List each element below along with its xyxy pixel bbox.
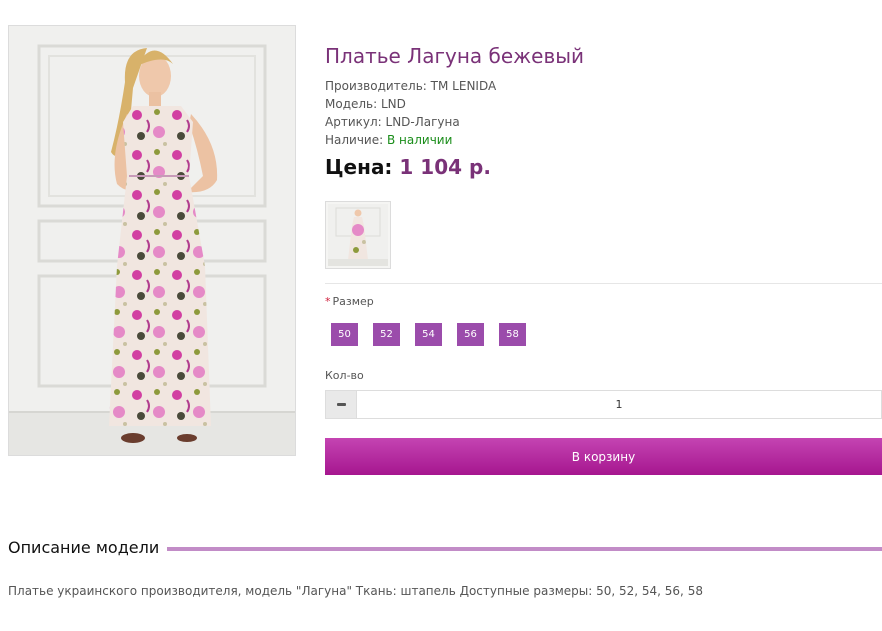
size-label: * Размер bbox=[325, 295, 374, 308]
add-to-cart-button[interactable]: В корзину bbox=[325, 438, 882, 475]
description-heading: Описание модели bbox=[8, 538, 160, 557]
size-options: 50 52 54 56 58 bbox=[331, 323, 526, 346]
article-row: Артикул: LND-Лагуна bbox=[325, 113, 496, 131]
model-value: LND bbox=[381, 97, 406, 111]
manufacturer-row: Производитель: TM LENIDA bbox=[325, 77, 496, 95]
product-thumbnail[interactable] bbox=[325, 201, 391, 269]
availability-label: Наличие: bbox=[325, 133, 384, 147]
heading-rule bbox=[167, 546, 882, 551]
description-header: Описание модели bbox=[8, 538, 882, 557]
model-row: Модель: LND bbox=[325, 95, 496, 113]
quantity-input[interactable] bbox=[357, 391, 881, 418]
size-label-text: Размер bbox=[332, 295, 374, 308]
model-label: Модель: bbox=[325, 97, 378, 111]
size-option-58[interactable]: 58 bbox=[499, 323, 526, 346]
manufacturer-value: TM LENIDA bbox=[430, 79, 497, 93]
size-option-52[interactable]: 52 bbox=[373, 323, 400, 346]
article-value: LND-Лагуна bbox=[385, 115, 460, 129]
quantity-decrease-button[interactable] bbox=[326, 391, 357, 418]
description-text: Платье украинского производителя, модель… bbox=[8, 584, 703, 598]
product-title: Платье Лагуна бежевый bbox=[325, 44, 585, 68]
product-page: Платье Лагуна бежевый Производитель: TM … bbox=[0, 0, 882, 631]
availability-value: В наличии bbox=[387, 133, 453, 147]
price-value: 1 104 р. bbox=[399, 155, 491, 179]
size-option-50[interactable]: 50 bbox=[331, 323, 358, 346]
price: Цена: 1 104 р. bbox=[325, 155, 491, 179]
availability-row: Наличие: В наличии bbox=[325, 131, 496, 149]
quantity-stepper bbox=[325, 390, 882, 419]
options-divider bbox=[325, 283, 882, 284]
product-meta: Производитель: TM LENIDA Модель: LND Арт… bbox=[325, 77, 496, 149]
article-label: Артикул: bbox=[325, 115, 382, 129]
size-option-54[interactable]: 54 bbox=[415, 323, 442, 346]
price-label: Цена: bbox=[325, 155, 393, 179]
manufacturer-label: Производитель: bbox=[325, 79, 427, 93]
dress-photo bbox=[9, 26, 295, 455]
minus-icon bbox=[336, 403, 346, 406]
product-main-image[interactable] bbox=[8, 25, 296, 456]
required-mark: * bbox=[325, 295, 331, 308]
quantity-label: Кол-во bbox=[325, 369, 364, 382]
size-option-56[interactable]: 56 bbox=[457, 323, 484, 346]
thumbnail-image bbox=[328, 204, 388, 266]
